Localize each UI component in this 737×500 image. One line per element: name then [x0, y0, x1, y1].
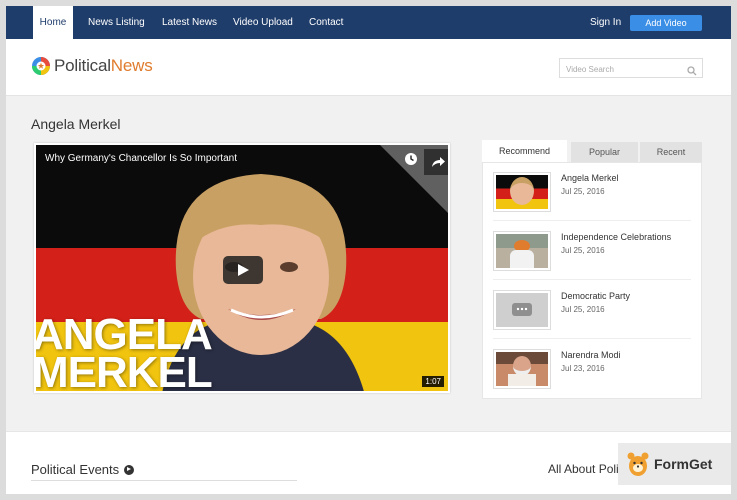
video-player[interactable]: Why Germany's Chancellor Is So Important…: [34, 143, 450, 393]
video-overlay-text-line2: MERKEL: [34, 348, 213, 393]
thumbnail-image[interactable]: [493, 349, 551, 389]
search-input[interactable]: [560, 60, 680, 79]
play-icon: [238, 264, 249, 276]
top-navigation: Home News Listing Latest News Video Uplo…: [6, 6, 731, 39]
page-frame: Home News Listing Latest News Video Uplo…: [6, 6, 731, 494]
video-sidebar: Recommend Popular Recent Angela Merkel J…: [482, 140, 702, 399]
play-button[interactable]: [223, 256, 263, 284]
more-icon: [516, 307, 528, 311]
formget-mascot-icon: [627, 452, 649, 476]
list-item[interactable]: Independence Celebrations Jul 25, 2016: [493, 222, 691, 280]
nav-home[interactable]: Home: [33, 6, 73, 39]
sidebar-panel: Angela Merkel Jul 25, 2016 Independence …: [482, 162, 702, 399]
logo-text-part2: News: [110, 56, 153, 75]
item-date: Jul 25, 2016: [561, 187, 605, 196]
tab-popular[interactable]: Popular: [571, 142, 638, 162]
section-divider: [31, 480, 297, 481]
item-title[interactable]: Angela Merkel: [561, 173, 619, 183]
video-title[interactable]: Why Germany's Chancellor Is So Important: [45, 153, 237, 164]
list-item[interactable]: Narendra Modi Jul 23, 2016: [493, 340, 691, 398]
nav-video-upload[interactable]: Video Upload: [233, 6, 293, 39]
site-logo[interactable]: PoliticalNews: [31, 56, 153, 76]
item-title[interactable]: Narendra Modi: [561, 350, 621, 360]
search-icon[interactable]: [687, 63, 697, 76]
add-video-button[interactable]: Add Video: [630, 15, 702, 31]
all-about-heading: All About Poli: [548, 462, 619, 476]
nav-news-listing[interactable]: News Listing: [88, 6, 145, 39]
arrow-right-icon[interactable]: [124, 464, 135, 475]
main-content: Angela Merkel Why Germany's Chancellor I…: [6, 96, 731, 431]
thumbnail-image[interactable]: [493, 231, 551, 271]
thumbnail-image[interactable]: [493, 172, 551, 212]
section-title-text: Political Events: [31, 462, 120, 477]
formget-text: FormGet: [654, 456, 713, 472]
video-duration: 1:07: [422, 376, 444, 387]
nav-latest-news[interactable]: Latest News: [162, 6, 217, 39]
formget-watermark: FormGet: [618, 443, 731, 485]
nav-contact[interactable]: Contact: [309, 6, 343, 39]
list-item[interactable]: Angela Merkel Jul 25, 2016: [493, 163, 691, 221]
share-icon[interactable]: [424, 149, 448, 175]
list-item[interactable]: Democratic Party Jul 25, 2016: [493, 281, 691, 339]
item-title[interactable]: Independence Celebrations: [561, 232, 671, 242]
item-title[interactable]: Democratic Party: [561, 291, 630, 301]
item-date: Jul 25, 2016: [561, 305, 605, 314]
sidebar-tabs: Recommend Popular Recent: [482, 140, 702, 162]
sign-in-link[interactable]: Sign In: [590, 6, 621, 39]
thumbnail-image[interactable]: [493, 290, 551, 330]
logo-text: PoliticalNews: [54, 56, 153, 76]
logo-star-icon: [31, 56, 51, 76]
site-header: PoliticalNews: [6, 39, 731, 96]
page-title: Angela Merkel: [31, 116, 121, 132]
item-date: Jul 23, 2016: [561, 364, 605, 373]
logo-text-part1: Political: [54, 56, 111, 75]
tab-recommend[interactable]: Recommend: [482, 140, 567, 162]
search-box: [559, 58, 703, 79]
political-events-section: Political Events All About Poli FormGet: [6, 431, 731, 494]
section-title[interactable]: Political Events: [31, 462, 135, 477]
tab-recent[interactable]: Recent: [640, 142, 702, 162]
item-date: Jul 25, 2016: [561, 246, 605, 255]
watch-later-icon[interactable]: [404, 152, 418, 166]
